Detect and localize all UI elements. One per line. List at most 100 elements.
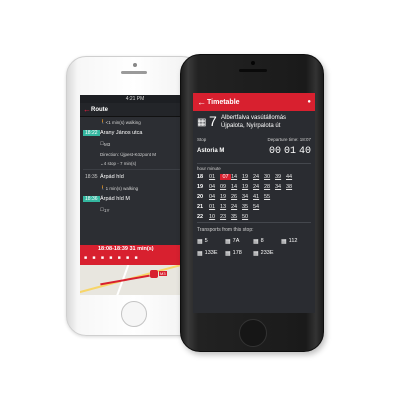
bus-icon: ▦ — [225, 238, 231, 245]
divider — [83, 169, 187, 170]
countdown-seconds: 40 — [298, 146, 311, 157]
timetable-hour: 22 — [197, 214, 204, 220]
transport-item[interactable]: ▦ 112 — [281, 235, 309, 247]
line-destination: Albertfalva vasútállomás Újpalota, Nyírp… — [221, 115, 311, 130]
timetable-minute[interactable]: 14 — [231, 174, 242, 180]
route-stop[interactable]: 18:35 Árpád híd — [80, 171, 190, 183]
bus-icon: ▦ — [253, 238, 259, 245]
timetable-minute[interactable]: 28 — [264, 184, 275, 190]
timetable-minute[interactable]: 23 — [220, 214, 231, 220]
route-map[interactable]: M3 — [80, 265, 190, 295]
transport-item[interactable]: ▦ 5 — [197, 235, 225, 247]
timetable-minute[interactable]: 01 — [209, 204, 220, 210]
status-time: 4:21 PM — [125, 96, 145, 102]
route-line: 1Y — [104, 207, 110, 213]
destination-line-1: Albertfalva vasútállomás — [221, 115, 287, 121]
timetable-minute[interactable]: 04 — [209, 194, 220, 200]
route-screen: 4:21 PM ← Route ♥ 🚶 <1 min(s) walking 18… — [80, 95, 190, 295]
transport-icons: ■ ■ ■ ■ ■ ■ ■ — [84, 255, 140, 261]
timetable-minute[interactable]: 19 — [242, 174, 253, 180]
transport-line: 8 — [260, 238, 264, 244]
stop-name[interactable]: Astoria M — [197, 148, 224, 154]
route-step: 🚶 <1 min(s) walking — [80, 117, 190, 127]
timetable-minute[interactable]: 50 — [242, 214, 253, 220]
black-phone: ← Timetable ● ▦ 7 Albertfalva vasútállom… — [180, 54, 324, 352]
bus-icon: ▦ — [253, 250, 259, 257]
route-stop-name: Árpád híd — [100, 174, 124, 180]
timetable-minute[interactable]: 10 — [209, 214, 220, 220]
home-button[interactable] — [239, 319, 267, 347]
transport-item[interactable]: ▦ 178 — [225, 247, 253, 259]
route-time: 18:22 — [83, 130, 100, 136]
timetable-minute[interactable]: 01 — [209, 174, 220, 180]
timetable-minute[interactable]: 38 — [286, 184, 297, 190]
timetable-minute[interactable]: 13 — [220, 204, 231, 210]
route-summary[interactable]: 18:08-18:39 31 min(s) ■ ■ ■ ■ ■ ■ ■ — [80, 245, 190, 265]
timetable-minute[interactable]: 44 — [286, 174, 297, 180]
stop-meta: Stop Departure time: 18:07 — [193, 137, 315, 145]
timetable-row: 21 01 13 24 35 54 — [193, 202, 315, 212]
timetable-minute[interactable]: 34 — [242, 194, 253, 200]
route-step: 🚶 1 min(s) walking — [80, 183, 190, 193]
timetable-minute[interactable]: 35 — [231, 214, 242, 220]
route-summary-text: 18:08-18:39 31 min(s) — [98, 246, 154, 252]
map-pin-icon[interactable] — [150, 270, 158, 278]
transports-list: ▦ 5 ▦ 7A ▦ 8 ▦ 112 ▦ 133E ▦ 178 ▦ 233E — [193, 235, 315, 259]
timetable-header: ← Timetable ● — [193, 93, 315, 111]
route-time: 18:36 — [83, 196, 100, 202]
timetable-minute[interactable]: 04 — [209, 184, 220, 190]
countdown-minutes: 01 — [283, 146, 296, 157]
route-header: ← Route ♥ — [80, 103, 190, 117]
timetable-hour: 21 — [197, 204, 204, 210]
timetable-minute[interactable]: 14 — [231, 184, 242, 190]
timetable-title: Timetable — [207, 98, 240, 106]
transport-line: 178 — [232, 250, 242, 256]
timetable-minute[interactable]: 26 — [231, 194, 242, 200]
route-list: 🚶 <1 min(s) walking 18:22 Arany János ut… — [80, 117, 190, 215]
route-step[interactable]: ⌄ 4 stop - 7 min(s) — [80, 159, 190, 168]
timetable-minute[interactable]: 09 — [220, 184, 231, 190]
timetable-minute[interactable]: 24 — [253, 174, 264, 180]
transport-item[interactable]: ▦ 133E — [197, 247, 225, 259]
route-stops: 4 stop - 7 min(s) — [103, 161, 137, 166]
timetable-minute[interactable]: 24 — [231, 204, 242, 210]
line-number: 7 — [209, 113, 217, 129]
location-pin-icon[interactable]: ● — [307, 99, 311, 105]
timetable-minute[interactable]: 24 — [253, 184, 264, 190]
map-road — [80, 265, 190, 295]
timetable-minute[interactable]: 41 — [253, 194, 264, 200]
bus-icon: ▦ — [281, 238, 287, 245]
map-pin-label: M3 — [159, 271, 167, 276]
timetable-minute[interactable]: 55 — [264, 194, 275, 200]
tram-icon: ▦ — [197, 117, 207, 128]
route-title: Route — [91, 106, 108, 113]
back-arrow-icon[interactable]: ← — [83, 105, 91, 114]
timetable-row: 22 10 23 35 50 — [193, 212, 315, 222]
destination-line-2: Újpalota, Nyírpalota út — [221, 122, 281, 129]
transport-line: 112 — [288, 238, 298, 244]
home-button[interactable] — [121, 301, 147, 327]
back-arrow-icon[interactable]: ← — [197, 97, 207, 107]
timetable-minute[interactable]: 39 — [275, 174, 286, 180]
route-step: ☐ M3 — [80, 139, 190, 149]
timetable-minute[interactable]: 35 — [242, 204, 253, 210]
transport-line: 5 — [204, 238, 208, 244]
transport-item[interactable]: ▦ 233E — [253, 247, 281, 259]
timetable-minute[interactable]: 34 — [275, 184, 286, 190]
timetable-minute-selected[interactable]: 07 — [220, 174, 231, 180]
timetable-minute[interactable]: 19 — [242, 184, 253, 190]
transport-item[interactable]: ▦ 7A — [225, 235, 253, 247]
bus-icon: ▦ — [197, 250, 203, 257]
timetable-hour: 18 — [197, 174, 204, 180]
timetable-screen: ← Timetable ● ▦ 7 Albertfalva vasútállom… — [193, 93, 315, 313]
timetable-grid: 18 01 07 14 19 24 30 39 44 19 04 09 14 1… — [193, 172, 315, 222]
transport-item[interactable]: ▦ 8 — [253, 235, 281, 247]
route-stop[interactable]: 18:22 Arany János utca — [80, 127, 190, 139]
countdown: 00 01 40 — [269, 146, 311, 157]
timetable-minute[interactable]: 19 — [220, 194, 231, 200]
timetable-row: 20 04 19 26 34 41 55 — [193, 192, 315, 202]
timetable-minute[interactable]: 30 — [264, 174, 275, 180]
route-stop[interactable]: 18:36 Árpád híd M — [80, 193, 190, 205]
timetable-minute[interactable]: 54 — [253, 204, 264, 210]
timetable-row: 19 04 09 14 19 24 28 34 38 — [193, 182, 315, 192]
